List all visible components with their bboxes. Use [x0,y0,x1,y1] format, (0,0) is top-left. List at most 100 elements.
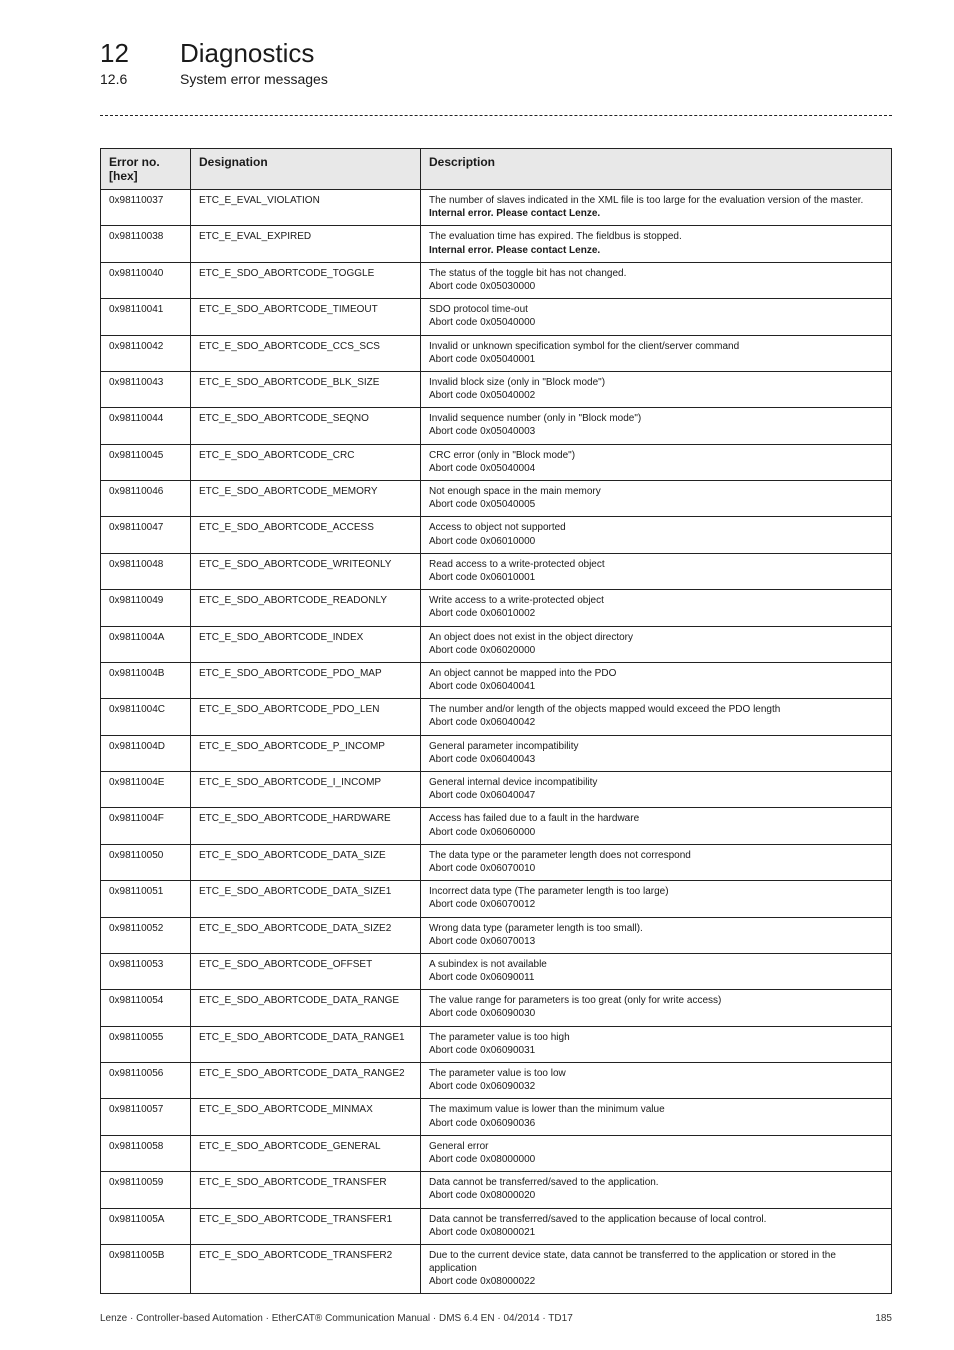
cell-designation: ETC_E_SDO_ABORTCODE_ACCESS [191,517,421,553]
table-row: 0x9811004BETC_E_SDO_ABORTCODE_PDO_MAPAn … [101,662,892,698]
cell-designation: ETC_E_SDO_ABORTCODE_DATA_SIZE [191,844,421,880]
table-row: 0x9811004EETC_E_SDO_ABORTCODE_I_INCOMPGe… [101,772,892,808]
section-number: 12.6 [100,71,180,87]
cell-error-no: 0x98110037 [101,190,191,226]
cell-designation: ETC_E_SDO_ABORTCODE_DATA_RANGE1 [191,1026,421,1062]
cell-error-no: 0x98110056 [101,1063,191,1099]
cell-description: An object cannot be mapped into the PDOA… [421,662,892,698]
chapter-number: 12 [100,38,180,69]
table-row: 0x98110046ETC_E_SDO_ABORTCODE_MEMORYNot … [101,481,892,517]
table-row: 0x98110058ETC_E_SDO_ABORTCODE_GENERALGen… [101,1135,892,1171]
cell-designation: ETC_E_SDO_ABORTCODE_HARDWARE [191,808,421,844]
cell-designation: ETC_E_SDO_ABORTCODE_OFFSET [191,953,421,989]
cell-designation: ETC_E_SDO_ABORTCODE_GENERAL [191,1135,421,1171]
cell-designation: ETC_E_SDO_ABORTCODE_TRANSFER [191,1172,421,1208]
table-header-row: Error no. [hex] Designation Description [101,149,892,190]
cell-description: Data cannot be transferred/saved to the … [421,1208,892,1244]
chapter-title: Diagnostics [180,38,314,69]
cell-description: Incorrect data type (The parameter lengt… [421,881,892,917]
cell-description: The value range for parameters is too gr… [421,990,892,1026]
cell-designation: ETC_E_SDO_ABORTCODE_INDEX [191,626,421,662]
cell-description: The parameter value is too lowAbort code… [421,1063,892,1099]
cell-error-no: 0x98110059 [101,1172,191,1208]
cell-description: A subindex is not availableAbort code 0x… [421,953,892,989]
cell-description: Data cannot be transferred/saved to the … [421,1172,892,1208]
divider [100,115,892,116]
cell-error-no: 0x98110045 [101,444,191,480]
table-row: 0x98110041ETC_E_SDO_ABORTCODE_TIMEOUTSDO… [101,299,892,335]
cell-designation: ETC_E_SDO_ABORTCODE_DATA_SIZE1 [191,881,421,917]
table-row: 0x9811004CETC_E_SDO_ABORTCODE_PDO_LENThe… [101,699,892,735]
cell-designation: ETC_E_SDO_ABORTCODE_TIMEOUT [191,299,421,335]
cell-error-no: 0x98110042 [101,335,191,371]
cell-designation: ETC_E_SDO_ABORTCODE_DATA_SIZE2 [191,917,421,953]
cell-error-no: 0x9811004E [101,772,191,808]
cell-error-no: 0x98110038 [101,226,191,262]
cell-error-no: 0x98110057 [101,1099,191,1135]
table-row: 0x9811004DETC_E_SDO_ABORTCODE_P_INCOMPGe… [101,735,892,771]
cell-designation: ETC_E_SDO_ABORTCODE_SEQNO [191,408,421,444]
cell-error-no: 0x9811005A [101,1208,191,1244]
cell-error-no: 0x98110055 [101,1026,191,1062]
cell-error-no: 0x9811004C [101,699,191,735]
th-error-no: Error no. [hex] [101,149,191,190]
cell-designation: ETC_E_SDO_ABORTCODE_READONLY [191,590,421,626]
cell-description: The maximum value is lower than the mini… [421,1099,892,1135]
cell-description: The parameter value is too highAbort cod… [421,1026,892,1062]
cell-error-no: 0x98110046 [101,481,191,517]
cell-error-no: 0x98110041 [101,299,191,335]
cell-error-no: 0x98110054 [101,990,191,1026]
th-description: Description [421,149,892,190]
cell-description: SDO protocol time-outAbort code 0x050400… [421,299,892,335]
table-row: 0x98110049ETC_E_SDO_ABORTCODE_READONLYWr… [101,590,892,626]
table-row: 0x9811005AETC_E_SDO_ABORTCODE_TRANSFER1D… [101,1208,892,1244]
cell-description: The data type or the parameter length do… [421,844,892,880]
cell-description: Invalid sequence number (only in "Block … [421,408,892,444]
cell-error-no: 0x98110051 [101,881,191,917]
table-row: 0x98110050ETC_E_SDO_ABORTCODE_DATA_SIZET… [101,844,892,880]
table-row: 0x98110037ETC_E_EVAL_VIOLATIONThe number… [101,190,892,226]
table-row: 0x98110054ETC_E_SDO_ABORTCODE_DATA_RANGE… [101,990,892,1026]
cell-error-no: 0x98110053 [101,953,191,989]
cell-designation: ETC_E_SDO_ABORTCODE_MINMAX [191,1099,421,1135]
cell-description: The number of slaves indicated in the XM… [421,190,892,226]
cell-description: CRC error (only in "Block mode")Abort co… [421,444,892,480]
cell-error-no: 0x98110049 [101,590,191,626]
cell-designation: ETC_E_SDO_ABORTCODE_MEMORY [191,481,421,517]
cell-error-no: 0x98110052 [101,917,191,953]
cell-designation: ETC_E_EVAL_VIOLATION [191,190,421,226]
cell-error-no: 0x9811004A [101,626,191,662]
cell-designation: ETC_E_SDO_ABORTCODE_CRC [191,444,421,480]
cell-description: Not enough space in the main memoryAbort… [421,481,892,517]
cell-designation: ETC_E_SDO_ABORTCODE_DATA_RANGE [191,990,421,1026]
cell-error-no: 0x98110048 [101,553,191,589]
table-row: 0x98110059ETC_E_SDO_ABORTCODE_TRANSFERDa… [101,1172,892,1208]
cell-error-no: 0x98110050 [101,844,191,880]
table-row: 0x98110047ETC_E_SDO_ABORTCODE_ACCESSAcce… [101,517,892,553]
cell-description: General internal device incompatibilityA… [421,772,892,808]
cell-designation: ETC_E_SDO_ABORTCODE_DATA_RANGE2 [191,1063,421,1099]
cell-error-no: 0x9811004B [101,662,191,698]
cell-designation: ETC_E_SDO_ABORTCODE_TOGGLE [191,262,421,298]
table-row: 0x98110056ETC_E_SDO_ABORTCODE_DATA_RANGE… [101,1063,892,1099]
table-row: 0x9811005BETC_E_SDO_ABORTCODE_TRANSFER2D… [101,1244,892,1294]
th-designation: Designation [191,149,421,190]
cell-designation: ETC_E_SDO_ABORTCODE_CCS_SCS [191,335,421,371]
cell-designation: ETC_E_SDO_ABORTCODE_I_INCOMP [191,772,421,808]
table-row: 0x98110045ETC_E_SDO_ABORTCODE_CRCCRC err… [101,444,892,480]
cell-description: An object does not exist in the object d… [421,626,892,662]
cell-error-no: 0x9811005B [101,1244,191,1294]
table-row: 0x98110040ETC_E_SDO_ABORTCODE_TOGGLEThe … [101,262,892,298]
table-row: 0x98110042ETC_E_SDO_ABORTCODE_CCS_SCSInv… [101,335,892,371]
footer-text: Lenze · Controller-based Automation · Et… [100,1313,573,1324]
table-row: 0x98110038ETC_E_EVAL_EXPIREDThe evaluati… [101,226,892,262]
table-row: 0x98110052ETC_E_SDO_ABORTCODE_DATA_SIZE2… [101,917,892,953]
cell-description: Invalid block size (only in "Block mode"… [421,371,892,407]
table-row: 0x98110044ETC_E_SDO_ABORTCODE_SEQNOInval… [101,408,892,444]
table-row: 0x98110051ETC_E_SDO_ABORTCODE_DATA_SIZE1… [101,881,892,917]
cell-designation: ETC_E_SDO_ABORTCODE_TRANSFER2 [191,1244,421,1294]
cell-description: Due to the current device state, data ca… [421,1244,892,1294]
cell-designation: ETC_E_SDO_ABORTCODE_PDO_MAP [191,662,421,698]
table-row: 0x98110043ETC_E_SDO_ABORTCODE_BLK_SIZEIn… [101,371,892,407]
cell-description: The number and/or length of the objects … [421,699,892,735]
